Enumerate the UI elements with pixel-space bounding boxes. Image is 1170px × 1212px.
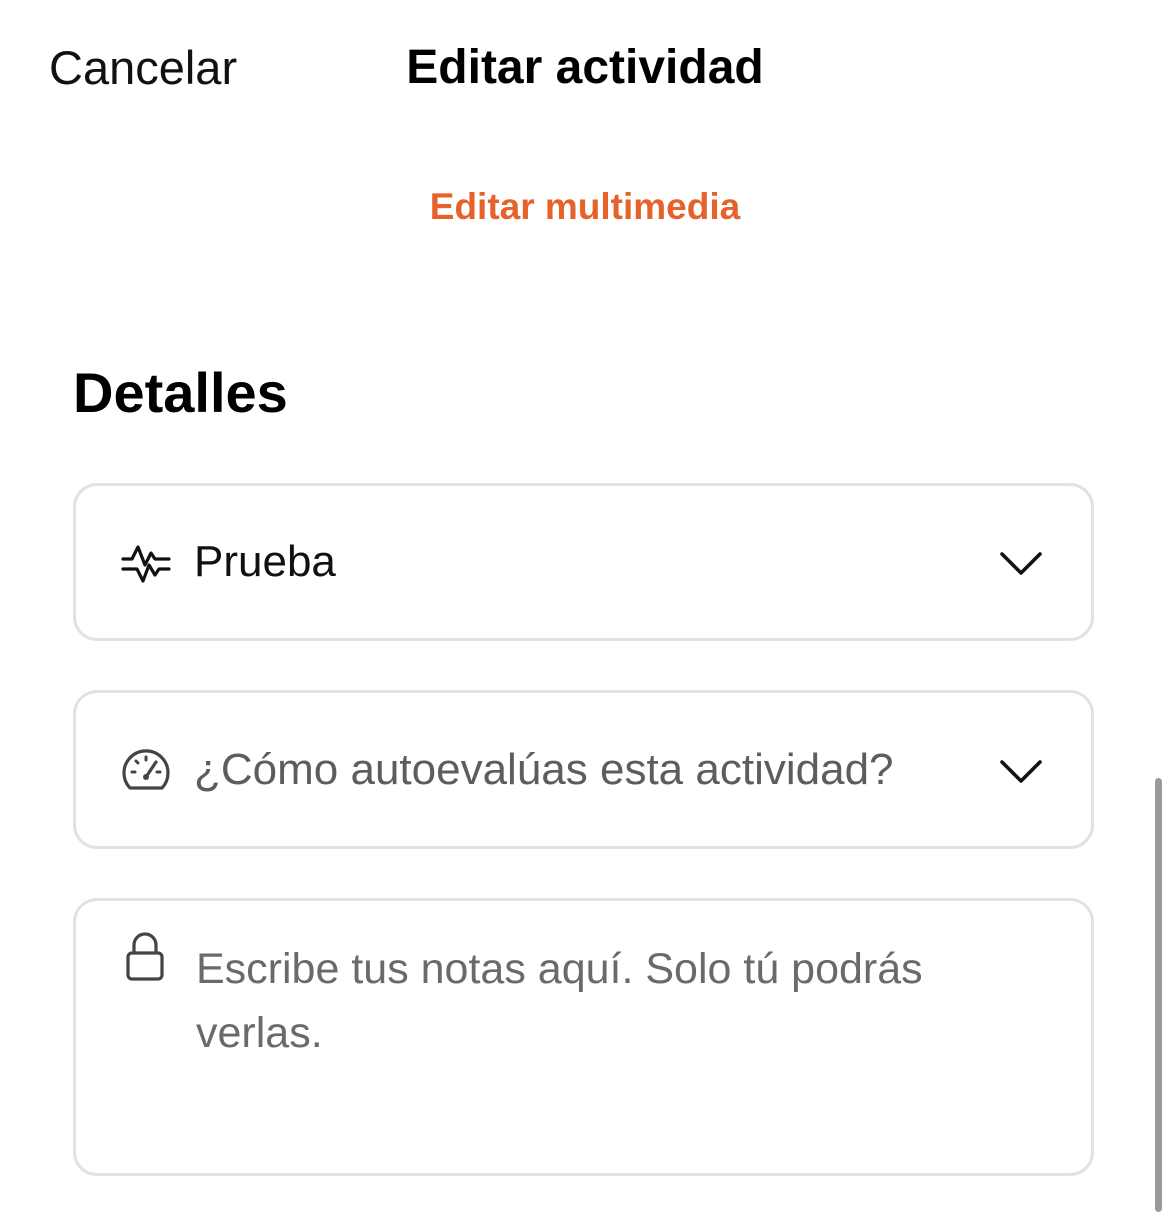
details-section-title: Detalles [73, 361, 288, 424]
private-notes-field[interactable]: Escribe tus notas aquí. Solo tú podrás v… [73, 898, 1094, 1176]
activity-type-select[interactable]: Prueba [73, 483, 1094, 641]
scrollbar[interactable] [1155, 778, 1162, 1212]
speedometer-icon [122, 749, 170, 790]
edit-media-link[interactable]: Editar multimedia [0, 184, 1170, 230]
activity-type-value: Prueba [194, 537, 336, 586]
chevron-down-icon [1000, 760, 1042, 783]
private-notes-placeholder: Escribe tus notas aquí. Solo tú podrás v… [196, 945, 923, 1057]
perceived-exertion-select[interactable]: ¿Cómo autoevalúas esta actividad? [73, 690, 1094, 849]
perceived-exertion-placeholder: ¿Cómo autoevalúas esta actividad? [194, 745, 894, 794]
activity-pulse-icon [121, 545, 171, 583]
page-title: Editar actividad [406, 41, 764, 94]
chevron-down-icon [1000, 552, 1042, 575]
lock-icon [126, 932, 164, 981]
